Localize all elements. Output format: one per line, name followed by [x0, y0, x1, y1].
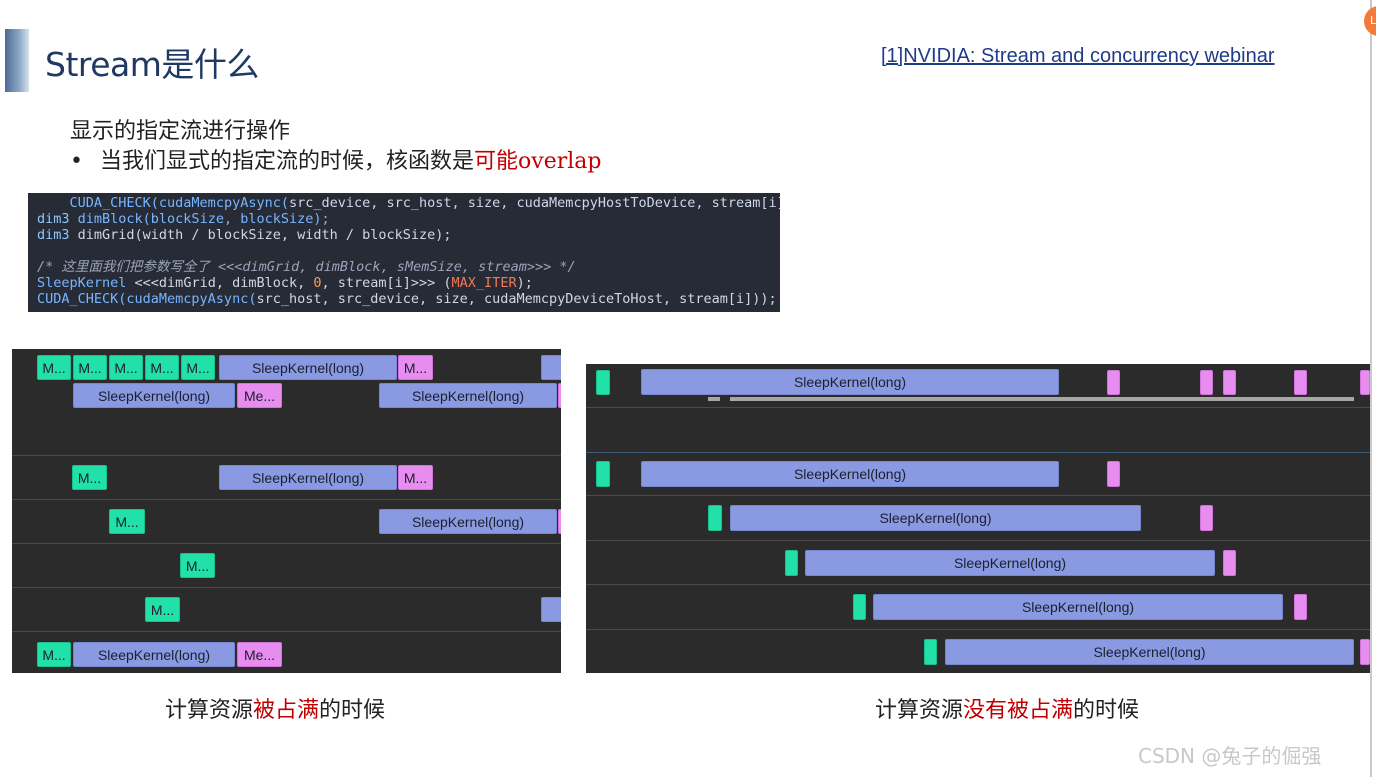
body-line-1: 显示的指定流进行操作 — [70, 119, 291, 144]
user-avatar[interactable]: L — [1364, 6, 1376, 36]
kernel-block[interactable]: SleepKernel(long) — [73, 642, 235, 667]
kernel-block[interactable] — [541, 597, 561, 622]
code-block: CUDA_CHECK(cudaMemcpyAsync(src_device, s… — [28, 193, 780, 312]
body-line-2-prefix: 当我们显式的指定流的时候，核函数是 — [100, 149, 475, 174]
kernel-block[interactable]: SleepKernel(long) — [873, 594, 1283, 620]
code-line-5: /* 这里面我们把参数写全了 <<<dimGrid, dimBlock, sMe… — [37, 259, 576, 275]
row-divider — [12, 543, 561, 544]
memcpy-dtoh-block[interactable] — [1200, 370, 1213, 395]
row-divider — [12, 631, 561, 632]
memcpy-htod-block[interactable]: M... — [109, 509, 145, 534]
row-divider — [12, 499, 561, 500]
memcpy-dtoh-block[interactable]: Me... — [237, 383, 282, 408]
code-line-2: dim3 dimBlock(blockSize, blockSize); — [37, 211, 330, 227]
slide-title: Stream是什么 — [45, 45, 259, 84]
row-divider — [12, 455, 561, 456]
memcpy-htod-block[interactable]: M... — [37, 642, 71, 667]
caption-left: 计算资源被占满的时候 — [165, 698, 386, 723]
memcpy-dtoh-block[interactable]: Me... — [237, 642, 282, 667]
kernel-block[interactable]: SleepKernel(long) — [219, 465, 397, 490]
timeline-panel-left: M... M... M... M... M... SleepKernel(lon… — [12, 349, 561, 673]
row-divider — [12, 587, 561, 588]
memcpy-htod-block[interactable] — [924, 639, 937, 665]
memcpy-htod-block[interactable]: M... — [180, 553, 215, 578]
memcpy-htod-block[interactable]: M... — [73, 355, 107, 380]
timeline-panel-right: SleepKernel(long) SleepKernel(long) Slee… — [586, 364, 1370, 673]
code-line-7: CUDA_CHECK(cudaMemcpyAsync(src_host, src… — [37, 291, 777, 307]
memcpy-dtoh-block[interactable] — [1200, 505, 1213, 531]
kernel-block[interactable]: SleepKernel(long) — [730, 505, 1141, 531]
kernel-block[interactable] — [541, 355, 561, 380]
kernel-block[interactable]: SleepKernel(long) — [379, 383, 557, 408]
reference-link[interactable]: [1]NVIDIA: Stream and concurrency webina… — [881, 45, 1275, 68]
memcpy-dtoh-block[interactable] — [1360, 370, 1370, 395]
bullet: • — [70, 149, 83, 174]
memcpy-htod-block[interactable]: M... — [37, 355, 71, 380]
body-line-2: • 当我们显式的指定流的时候，核函数是可能overlap — [70, 143, 601, 175]
memcpy-dtoh-block[interactable] — [1223, 370, 1236, 395]
kernel-block[interactable]: SleepKernel(long) — [219, 355, 397, 380]
memcpy-htod-block[interactable] — [708, 505, 722, 531]
row-divider — [586, 452, 1370, 453]
memcpy-htod-block[interactable] — [853, 594, 866, 620]
memcpy-htod-block[interactable]: M... — [72, 465, 107, 490]
memcpy-htod-block[interactable]: M... — [181, 355, 215, 380]
memcpy-dtoh-block[interactable] — [1294, 370, 1307, 395]
memcpy-dtoh-block[interactable] — [558, 509, 561, 534]
memcpy-htod-block[interactable]: M... — [145, 355, 179, 380]
row-divider — [586, 629, 1370, 630]
body-line-2-highlight: 可能overlap — [474, 149, 602, 174]
memcpy-htod-block[interactable] — [596, 461, 610, 487]
row-divider — [586, 495, 1370, 496]
timeline-marker — [708, 397, 720, 401]
code-line-6: SleepKernel <<<dimGrid, dimBlock, 0, str… — [37, 275, 533, 291]
kernel-block[interactable]: SleepKernel(long) — [641, 461, 1059, 487]
memcpy-dtoh-block[interactable] — [558, 383, 561, 408]
kernel-block[interactable]: SleepKernel(long) — [379, 509, 557, 534]
row-divider — [586, 584, 1370, 585]
kernel-block[interactable]: SleepKernel(long) — [73, 383, 235, 408]
code-line-1: CUDA_CHECK(cudaMemcpyAsync(src_device, s… — [69, 195, 780, 211]
memcpy-htod-block[interactable]: M... — [109, 355, 143, 380]
memcpy-htod-block[interactable] — [596, 370, 610, 395]
row-divider — [586, 407, 1370, 408]
kernel-block[interactable]: SleepKernel(long) — [641, 369, 1059, 395]
memcpy-htod-block[interactable] — [785, 550, 798, 576]
memcpy-dtoh-block[interactable] — [1107, 461, 1120, 487]
caption-right: 计算资源没有被占满的时候 — [875, 698, 1140, 723]
memcpy-dtoh-block[interactable] — [1107, 370, 1120, 395]
memcpy-dtoh-block[interactable]: M... — [398, 465, 433, 490]
code-line-3: dim3 dimGrid(width / blockSize, width / … — [37, 227, 452, 243]
timeline-range-bar — [730, 397, 1354, 401]
memcpy-dtoh-block[interactable] — [1360, 639, 1370, 665]
memcpy-dtoh-block[interactable] — [1223, 550, 1236, 576]
memcpy-dtoh-block[interactable] — [1294, 594, 1307, 620]
watermark: CSDN @兔子的倔强 — [1138, 744, 1322, 768]
kernel-block[interactable]: SleepKernel(long) — [805, 550, 1215, 576]
slide-edge — [1370, 0, 1372, 777]
memcpy-htod-block[interactable]: M... — [145, 597, 180, 622]
kernel-block[interactable]: SleepKernel(long) — [945, 639, 1354, 665]
memcpy-dtoh-block[interactable]: M... — [398, 355, 433, 380]
title-accent-bar — [5, 29, 29, 92]
row-divider — [586, 540, 1370, 541]
